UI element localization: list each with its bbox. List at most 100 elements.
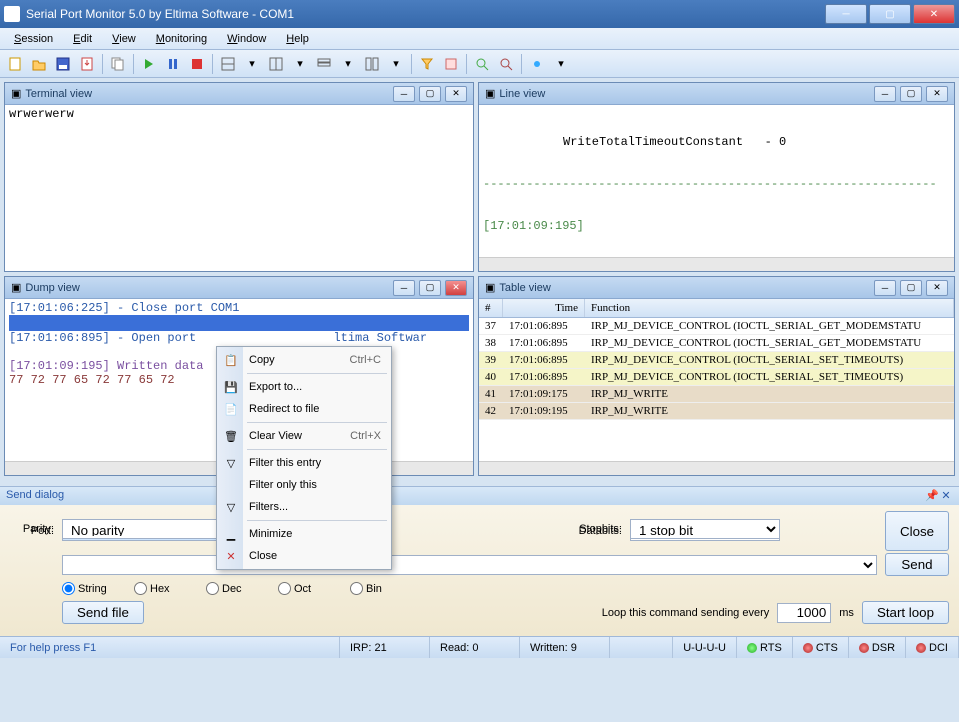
menu-session[interactable]: Session [6, 31, 61, 47]
fmt-oct[interactable]: Oct [278, 582, 322, 595]
play-icon[interactable] [138, 53, 160, 75]
dump-selection[interactable] [9, 315, 469, 331]
copy-icon[interactable] [107, 53, 129, 75]
table-minimize[interactable]: ─ [874, 280, 896, 296]
menubar: Session Edit View Monitoring Window Help [0, 28, 959, 50]
table-row[interactable]: 4017:01:06:895IRP_MJ_DEVICE_CONTROL (IOC… [479, 369, 954, 386]
toolbar: ▾ ▾ ▾ ▾ ▾ [0, 50, 959, 78]
pin-icon[interactable]: 📌 [925, 489, 939, 503]
loop-interval-input[interactable] [777, 603, 831, 623]
table-hscroll[interactable] [479, 461, 954, 475]
terminal-maximize[interactable]: ▢ [419, 86, 441, 102]
start-loop-button[interactable]: Start loop [862, 601, 949, 624]
window-title: Serial Port Monitor 5.0 by Eltima Softwa… [26, 7, 825, 21]
view2-icon[interactable]: ▾ [241, 53, 263, 75]
pause-icon[interactable] [162, 53, 184, 75]
table-header: # Time Function [479, 299, 954, 318]
dump-line2: [17:01:06:895] - Open port [9, 331, 203, 345]
dump-close[interactable]: ✕ [445, 280, 467, 296]
zoom-out-icon[interactable] [495, 53, 517, 75]
ctx-filters[interactable]: ▽ Filters... [219, 496, 389, 518]
loop-label: Loop this command sending every [602, 607, 770, 619]
export-icon[interactable] [76, 53, 98, 75]
fmt-bin[interactable]: Bin [350, 582, 394, 595]
col-func[interactable]: Function [585, 299, 954, 317]
dump-minimize[interactable]: ─ [393, 280, 415, 296]
filters-icon: ▽ [223, 499, 239, 515]
minimize-button[interactable]: ─ [825, 4, 867, 24]
send-data-input[interactable] [62, 555, 877, 575]
close-button[interactable]: ✕ [913, 4, 955, 24]
table-row[interactable]: 3817:01:06:895IRP_MJ_DEVICE_CONTROL (IOC… [479, 335, 954, 352]
terminal-body[interactable]: wrwerwerw [5, 105, 473, 271]
col-time[interactable]: Time [503, 299, 585, 317]
terminal-icon: ▣ [11, 87, 21, 100]
line-minimize[interactable]: ─ [874, 86, 896, 102]
filter-icon: ▽ [223, 455, 239, 471]
line-view-window: ▣ Line view ─ ▢ ✕ WriteTotalTimeoutConst… [478, 82, 955, 272]
status-read: Read: 0 [430, 637, 520, 658]
view5-icon[interactable] [313, 53, 335, 75]
settings-dropdown-icon[interactable]: ▾ [550, 53, 572, 75]
menu-window[interactable]: Window [219, 31, 274, 47]
menu-help[interactable]: Help [278, 31, 317, 47]
terminal-minimize[interactable]: ─ [393, 86, 415, 102]
dump-maximize[interactable]: ▢ [419, 280, 441, 296]
status-irp: IRP: 21 [340, 637, 430, 658]
send-file-button[interactable]: Send file [62, 601, 144, 624]
ctx-export[interactable]: 💾 Export to... [219, 376, 389, 398]
line-hscroll[interactable] [479, 257, 954, 271]
clear-icon[interactable] [440, 53, 462, 75]
fmt-dec[interactable]: Dec [206, 582, 250, 595]
filter-icon[interactable] [416, 53, 438, 75]
zoom-in-icon[interactable] [471, 53, 493, 75]
ctx-filter-only[interactable]: Filter only this [219, 474, 389, 496]
line-body[interactable]: WriteTotalTimeoutConstant - 0 ----------… [479, 105, 954, 257]
view4-icon[interactable]: ▾ [289, 53, 311, 75]
save-icon[interactable] [52, 53, 74, 75]
maximize-button[interactable]: ▢ [869, 4, 911, 24]
menu-monitoring[interactable]: Monitoring [148, 31, 215, 47]
table-maximize[interactable]: ▢ [900, 280, 922, 296]
table-row[interactable]: 4117:01:09:175IRP_MJ_WRITE [479, 386, 954, 403]
table-row[interactable]: 3717:01:06:895IRP_MJ_DEVICE_CONTROL (IOC… [479, 318, 954, 335]
stopbits-select[interactable]: 1 stop bit [630, 519, 780, 539]
ctx-copy[interactable]: 📋 Copy Ctrl+C [219, 349, 389, 371]
table-row[interactable]: 4217:01:09:195IRP_MJ_WRITE [479, 403, 954, 420]
new-icon[interactable] [4, 53, 26, 75]
fmt-string[interactable]: String [62, 582, 106, 595]
menu-view[interactable]: View [104, 31, 144, 47]
view6-icon[interactable]: ▾ [337, 53, 359, 75]
line-maximize[interactable]: ▢ [900, 86, 922, 102]
ctx-redirect[interactable]: 📄 Redirect to file [219, 398, 389, 420]
line-l1: WriteTotalTimeoutConstant - 0 [483, 135, 950, 149]
stop-icon[interactable] [186, 53, 208, 75]
copy-icon: 📋 [223, 352, 239, 368]
view1-icon[interactable] [217, 53, 239, 75]
open-icon[interactable] [28, 53, 50, 75]
line-close[interactable]: ✕ [926, 86, 948, 102]
ctx-filter-entry[interactable]: ▽ Filter this entry [219, 452, 389, 474]
view8-icon[interactable]: ▾ [385, 53, 407, 75]
table-close[interactable]: ✕ [926, 280, 948, 296]
terminal-content: wrwerwerw [9, 107, 74, 121]
fmt-hex[interactable]: Hex [134, 582, 178, 595]
menu-edit[interactable]: Edit [65, 31, 100, 47]
context-menu: 📋 Copy Ctrl+C 💾 Export to... 📄 Redirect … [216, 346, 392, 570]
settings-icon[interactable] [526, 53, 548, 75]
ctx-minimize[interactable]: ▁ Minimize [219, 523, 389, 545]
ctx-close[interactable]: ✕ Close [219, 545, 389, 567]
col-num[interactable]: # [479, 299, 503, 317]
dump-line4: 77 72 77 65 72 77 65 72 [9, 373, 175, 387]
view3-icon[interactable] [265, 53, 287, 75]
close-port-button[interactable]: Close [885, 511, 949, 551]
parity-label: Parity: [10, 523, 54, 535]
table-row[interactable]: 3917:01:06:895IRP_MJ_DEVICE_CONTROL (IOC… [479, 352, 954, 369]
ctx-clear[interactable]: 🗑 Clear View Ctrl+X [219, 425, 389, 447]
view7-icon[interactable] [361, 53, 383, 75]
table-body[interactable]: # Time Function 3717:01:06:895IRP_MJ_DEV… [479, 299, 954, 461]
table-title: Table view [499, 282, 870, 294]
send-button[interactable]: Send [885, 553, 949, 576]
close-panel-icon[interactable]: ✕ [939, 489, 953, 503]
terminal-close[interactable]: ✕ [445, 86, 467, 102]
